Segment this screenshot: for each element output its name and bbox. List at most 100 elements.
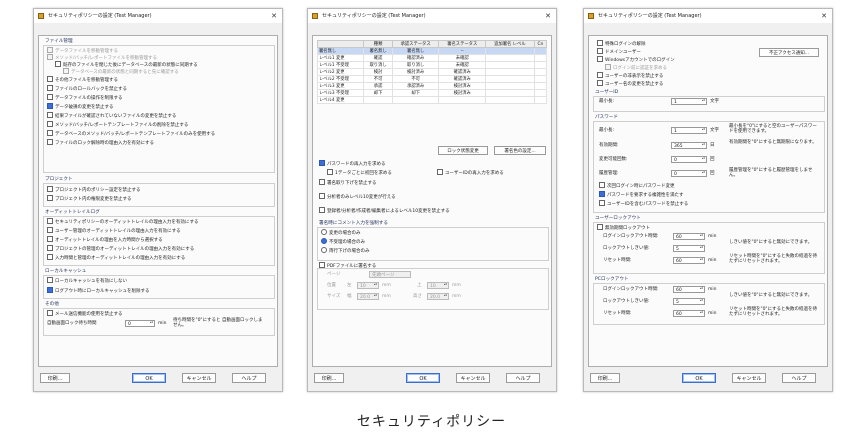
checkbox[interactable] bbox=[319, 193, 325, 199]
print-button[interactable]: 印刷... bbox=[314, 373, 344, 383]
checkbox-row[interactable]: 1データごとに初回を求める bbox=[327, 169, 392, 177]
checkbox-row[interactable]: ユーザーの非表示を禁止する bbox=[597, 72, 663, 80]
cancel-button[interactable]: キャンセル bbox=[732, 373, 766, 383]
checkbox[interactable] bbox=[599, 182, 605, 188]
checkbox[interactable] bbox=[597, 40, 603, 46]
checkbox[interactable] bbox=[47, 195, 53, 201]
cancel-button[interactable]: キャンセル bbox=[456, 373, 490, 383]
checkbox[interactable] bbox=[605, 64, 611, 70]
table-row[interactable]: レベル2 不受理 不可 不可 確認済み bbox=[316, 75, 548, 83]
login-lockout-spinner[interactable]: 60 bbox=[673, 233, 705, 240]
checkbox-row[interactable]: ログアウト時にローカルキャッシュを削除する bbox=[47, 287, 150, 295]
radio-row[interactable]: 不受理の場合のみ bbox=[321, 238, 365, 246]
change-count-spinner[interactable]: 0 bbox=[671, 156, 707, 163]
table-row[interactable]: レベル4 変更 bbox=[316, 96, 548, 104]
ok-button[interactable]: OK bbox=[682, 373, 716, 383]
checkbox[interactable] bbox=[319, 207, 325, 213]
checkbox[interactable] bbox=[47, 94, 53, 100]
ok-button[interactable]: OK bbox=[132, 373, 166, 383]
checkbox-row[interactable]: ログイン前に認証を求める bbox=[605, 64, 667, 72]
checkbox[interactable] bbox=[599, 200, 605, 206]
checkbox-row[interactable]: データファイルの操作を制限する bbox=[47, 94, 123, 102]
checkbox[interactable] bbox=[47, 310, 53, 316]
checkbox-row[interactable]: プロジェクト内の権限変更を禁止する bbox=[47, 195, 132, 203]
checkbox[interactable] bbox=[599, 191, 605, 197]
checkbox-row[interactable]: プロジェクト内のポリシー設定を禁止する bbox=[47, 186, 141, 194]
checkbox[interactable] bbox=[437, 169, 443, 175]
checkbox[interactable] bbox=[47, 54, 53, 60]
radio-row[interactable]: 変更の場合のみ bbox=[321, 229, 361, 237]
checkbox[interactable] bbox=[319, 160, 325, 166]
checkbox[interactable] bbox=[597, 48, 603, 54]
checkbox[interactable] bbox=[47, 245, 53, 251]
help-button[interactable]: ヘルプ bbox=[782, 373, 816, 383]
checkbox-row[interactable]: 次回ログイン時にパスワード変更 bbox=[599, 182, 675, 190]
checkbox-row[interactable]: パスワードの再入力を求める bbox=[319, 160, 386, 168]
reset-time-spinner[interactable]: 60 bbox=[673, 257, 705, 264]
checkbox-row[interactable]: 無効期間ロックアウト bbox=[597, 224, 650, 232]
ok-button[interactable]: OK bbox=[406, 373, 440, 383]
checkbox[interactable] bbox=[47, 287, 53, 293]
lockout-threshold-spinner[interactable]: 5 bbox=[673, 245, 705, 252]
checkbox[interactable] bbox=[47, 121, 53, 127]
table-row[interactable]: レベル2 変更 検討 検討済み 確認済み bbox=[316, 68, 548, 76]
checkbox-row[interactable]: ドメインユーザー bbox=[597, 48, 641, 56]
history-mgmt-spinner[interactable]: 0 bbox=[671, 170, 707, 177]
checkbox-row[interactable]: ファイルのロールバックを禁止する bbox=[47, 85, 127, 93]
print-button[interactable]: 印刷... bbox=[590, 373, 620, 383]
checkbox-row[interactable]: ユーザー管理のオーディットトレイルの理由入力を有効にする bbox=[47, 227, 181, 235]
checkbox-row[interactable]: ファイルのロック解除時の理由入力を有効にする bbox=[47, 139, 154, 147]
checkbox-row[interactable]: ユーザーIDを含むパスワードを禁止する bbox=[599, 200, 688, 208]
userid-min-length-spinner[interactable]: 1 bbox=[671, 98, 707, 105]
checkbox-row[interactable]: 署名取り下げを禁止する bbox=[319, 179, 377, 187]
close-icon[interactable]: ✕ bbox=[821, 9, 827, 23]
bad-access-notify-button[interactable]: 不正アクセス通知... bbox=[759, 48, 819, 57]
checkbox-row[interactable]: データ破損の変更を禁止する bbox=[47, 103, 114, 111]
radio-button[interactable] bbox=[321, 238, 327, 244]
checkbox-row[interactable]: セキュリティポリシーのオーディットトレイルの理由入力を有効にする bbox=[47, 218, 198, 226]
checkbox[interactable] bbox=[47, 186, 53, 192]
table-row[interactable]: レベル3 変更 承認 承認済み 検討済み bbox=[316, 82, 548, 90]
checkbox[interactable] bbox=[47, 236, 53, 242]
checkbox[interactable] bbox=[47, 227, 53, 233]
print-button[interactable]: 印刷... bbox=[40, 373, 70, 383]
checkbox-row[interactable]: データベースの最新の状態と同期すると先に確認する bbox=[63, 68, 179, 76]
checkbox-row[interactable]: パスワードを要求する複雑性を満たす bbox=[599, 191, 684, 199]
pc-reset-time-spinner[interactable]: 60 bbox=[673, 310, 705, 317]
radio-row[interactable]: 両行下げの場合のみ bbox=[321, 247, 370, 255]
pc-login-lockout-spinner[interactable]: 60 bbox=[673, 286, 705, 293]
checkbox[interactable] bbox=[47, 85, 53, 91]
checkbox[interactable] bbox=[597, 80, 603, 86]
width-spinner[interactable]: 20.0 bbox=[357, 293, 379, 300]
checkbox[interactable] bbox=[47, 47, 53, 53]
checkbox[interactable] bbox=[47, 130, 53, 136]
checkbox[interactable] bbox=[597, 224, 603, 230]
table-row[interactable]: レベル3 不受理 却下 却下 検討済み bbox=[316, 89, 548, 97]
checkbox[interactable] bbox=[47, 139, 53, 145]
checkbox[interactable] bbox=[597, 72, 603, 78]
signature-color-button[interactable]: 署名色の設定... bbox=[494, 146, 546, 155]
radio-button[interactable] bbox=[321, 247, 327, 253]
close-icon[interactable]: ✕ bbox=[271, 9, 277, 23]
password-min-length-spinner[interactable]: 1 bbox=[671, 127, 707, 134]
checkbox-row[interactable]: ユーザー名の変更を禁止する bbox=[597, 80, 663, 88]
page-select[interactable]: 先頭ページ bbox=[369, 271, 411, 278]
checkbox-row[interactable]: 結果ファイルが確認されていないファイルの変更を禁止する bbox=[47, 112, 176, 120]
checkbox-row[interactable]: プロジェクトの管理のオーディットトレイルの理由入力を有効にする bbox=[47, 245, 194, 253]
radio-button[interactable] bbox=[321, 229, 327, 235]
checkbox-row[interactable]: 特殊ログインの解除 bbox=[597, 40, 646, 48]
table-row[interactable]: 署名無し 署名無し 署名無し -- bbox=[316, 47, 548, 55]
x-spinner[interactable]: 10 bbox=[357, 282, 379, 289]
checkbox[interactable] bbox=[55, 61, 61, 67]
checkbox[interactable] bbox=[319, 179, 325, 185]
lock-state-button[interactable]: ロック状態変更 bbox=[438, 146, 488, 155]
checkbox-row[interactable]: Windowsアカウントでのログイン bbox=[597, 56, 675, 64]
checkbox[interactable] bbox=[47, 112, 53, 118]
checkbox-row[interactable]: 分析者のみレベル10変更が行える bbox=[319, 193, 396, 201]
checkbox[interactable] bbox=[63, 68, 69, 74]
table-row[interactable]: レベル1 変更 確認 確認済み 未確認 bbox=[316, 54, 548, 62]
help-button[interactable]: ヘルプ bbox=[506, 373, 540, 383]
checkbox[interactable] bbox=[47, 277, 53, 283]
checkbox[interactable] bbox=[47, 254, 53, 260]
checkbox-row[interactable]: 入力時間と管理のオーディットトレイルの理由入力を有効にする bbox=[47, 254, 185, 262]
